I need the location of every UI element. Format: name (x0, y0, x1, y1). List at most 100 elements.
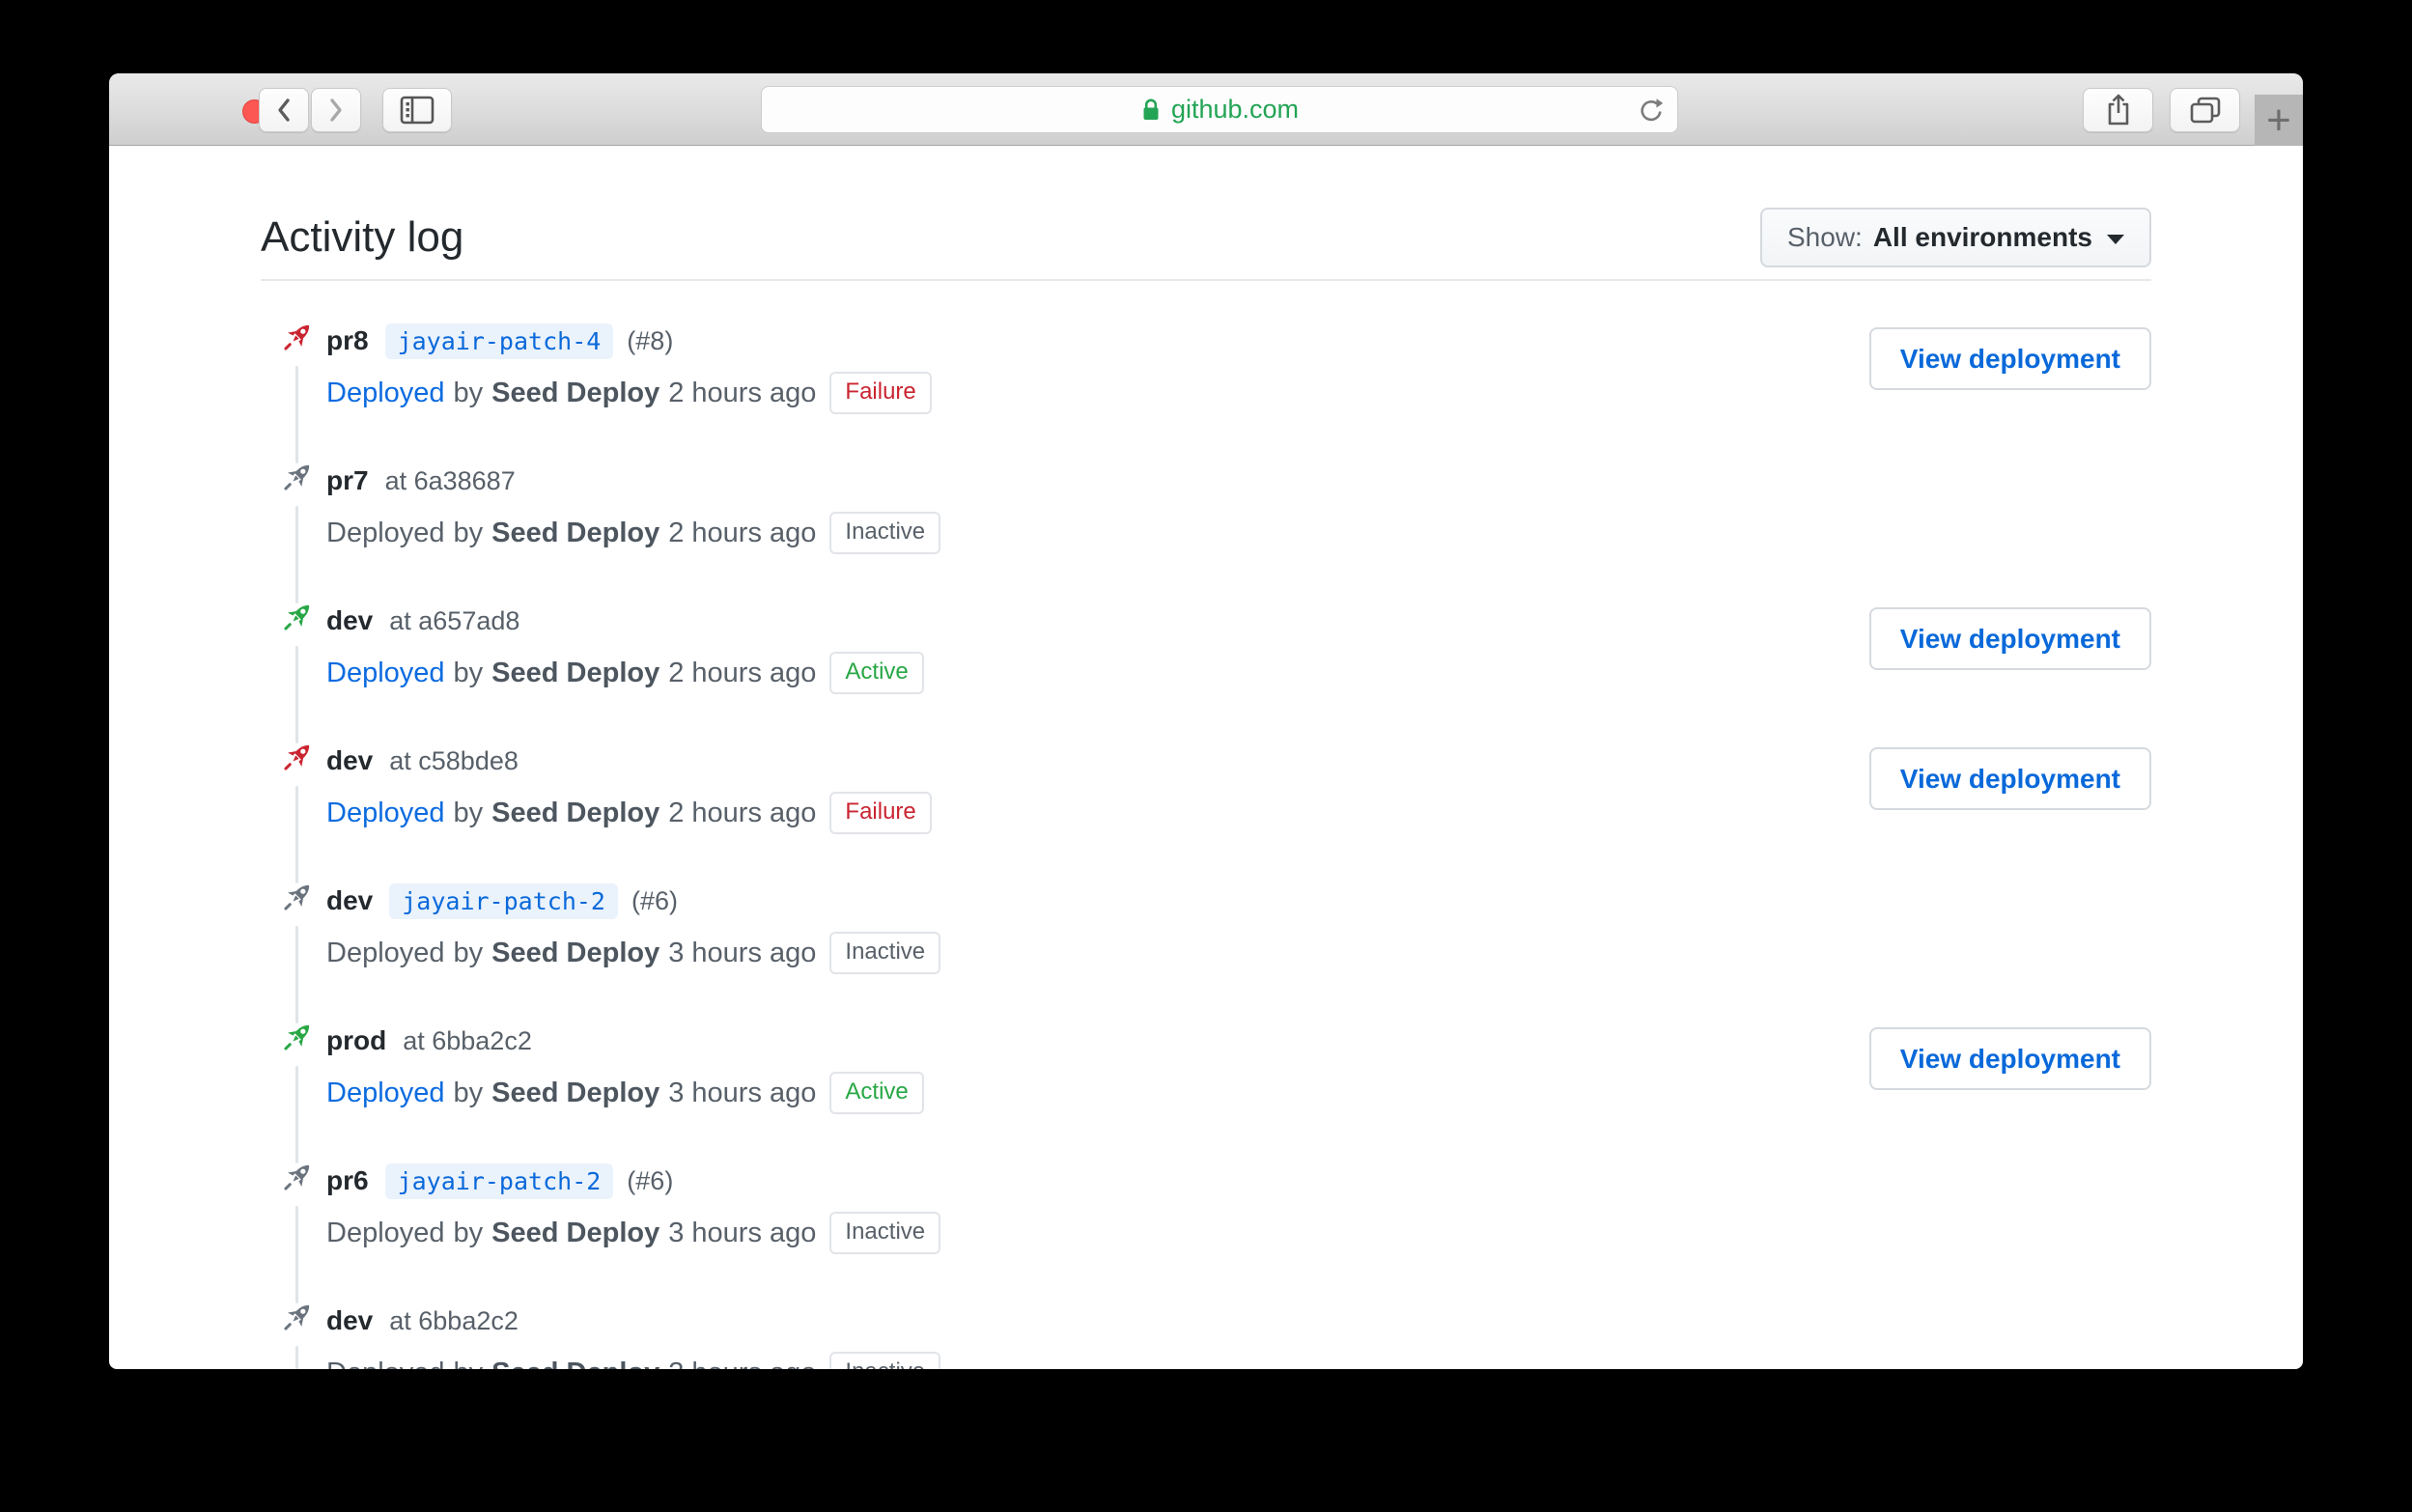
deploy-actor: Seed Deploy (491, 1217, 660, 1248)
sidebar-icon (400, 96, 435, 125)
status-badge: Failure (829, 372, 932, 414)
filter-value: All environments (1872, 222, 2092, 252)
branch-label[interactable]: jayair-patch-2 (389, 882, 618, 919)
rocket-icon (277, 318, 317, 357)
status-badge: Failure (829, 792, 932, 834)
view-deployment-button[interactable]: View deployment (1868, 607, 2151, 670)
branch-label[interactable]: jayair-patch-4 (384, 322, 614, 359)
timeline-line (295, 1066, 298, 1163)
status-badge: Active (829, 1072, 924, 1114)
show-all-tabs-button[interactable] (2170, 88, 2240, 132)
deploy-time: 3 hours ago (668, 1217, 817, 1248)
address-bar[interactable]: github.com (761, 86, 1678, 133)
deployment-entry: dev jayair-patch-2 (#6) Deployed by Seed Depl… (261, 878, 2151, 1023)
timeline-line (295, 1206, 298, 1303)
commit-ref: at c58bde8 (389, 745, 519, 775)
deploy-actor: Seed Deploy (491, 797, 660, 828)
environment-name: dev (326, 745, 374, 775)
rocket-icon (277, 738, 317, 777)
deployed-link[interactable]: Deployed (326, 378, 445, 409)
lock-icon (1143, 98, 1159, 120)
deployed-link[interactable]: Deployed (326, 798, 445, 829)
commit-ref: at 6a38687 (384, 465, 516, 495)
deploy-actor: Seed Deploy (491, 1077, 660, 1108)
environment-name: dev (326, 885, 374, 915)
environment-name: dev (326, 605, 374, 635)
rocket-icon (277, 598, 317, 637)
commit-ref: at a657ad8 (389, 605, 520, 635)
timeline-line (295, 646, 298, 743)
deployed-link[interactable]: Deployed (326, 658, 445, 689)
by-label: by (453, 657, 484, 688)
deploy-time: 3 hours ago (668, 1358, 816, 1370)
share-button[interactable] (2083, 88, 2153, 132)
deployment-entry: pr6 jayair-patch-2 (#6) Deployed by Seed Depl… (261, 1158, 2151, 1303)
deployed-link[interactable]: Deployed (326, 1078, 445, 1109)
entry-meta-row: Deployed bySeed Deploy 3 hours ago Inactive (326, 932, 2151, 974)
deploy-time: 2 hours ago (668, 377, 817, 408)
deploy-actor: Seed Deploy (491, 937, 660, 968)
environment-name: pr8 (326, 325, 369, 355)
reload-button[interactable] (1637, 96, 1666, 131)
status-badge: Inactive (829, 512, 941, 554)
by-label: by (453, 377, 484, 408)
deploy-actor: Seed Deploy (491, 1358, 659, 1370)
environment-name: prod (326, 1025, 387, 1055)
deployed-label: Deployed (326, 1217, 445, 1248)
deployed-label: Deployed (326, 1358, 445, 1370)
timeline-line (295, 366, 298, 463)
commit-ref: at 6bba2c2 (389, 1305, 519, 1335)
entry-meta-row: DeployedbySeed Deploy3 hours agoInactive (326, 1212, 2151, 1254)
view-deployment-button[interactable]: View deployment (1868, 747, 2151, 810)
new-tab-button[interactable]: + (2255, 95, 2303, 146)
status-badge: Inactive (829, 1352, 941, 1369)
page-header: Activity log Show: All environments (261, 196, 2151, 281)
by-label: by (453, 937, 484, 968)
deployed-label: Deployed (326, 517, 445, 548)
page-content: Activity log Show: All environments pr8 j… (109, 196, 2303, 1369)
deploy-time: 3 hours ago (668, 1077, 817, 1108)
entry-title-row: dev at 6bba2c2 (326, 1302, 2151, 1340)
environment-name: dev (326, 1305, 374, 1335)
chevron-down-icon (2107, 234, 2124, 244)
browser-window: github.com + Activity log Show: All envi… (109, 73, 2303, 1369)
view-deployment-button[interactable]: View deployment (1868, 327, 2151, 390)
address-text: github.com (1170, 95, 1300, 124)
share-icon (2108, 94, 2128, 126)
environment-name: pr6 (326, 1165, 369, 1195)
rocket-icon (277, 1018, 317, 1057)
view-deployment-button[interactable]: View deployment (1868, 1027, 2151, 1090)
environment-filter-dropdown[interactable]: Show: All environments (1760, 208, 2151, 267)
back-button[interactable] (259, 88, 309, 132)
by-label: by (453, 517, 484, 548)
deploy-time: 2 hours ago (668, 657, 817, 688)
deploy-actor: Seed Deploy (491, 657, 660, 688)
deployment-entry: prod at 6bba2c2 Deployed by Seed Deploy 3 hou… (261, 1018, 2151, 1163)
forward-button[interactable] (311, 88, 361, 132)
deployment-entry: pr7 at 6a38687 Deployed by Seed Deploy 2 hour… (261, 458, 2151, 603)
deployment-entry: dev at 6bba2c2 Deployed by Seed Deploy 3 hour… (261, 1298, 2151, 1369)
environment-name: pr7 (326, 465, 369, 495)
branch-label[interactable]: jayair-patch-2 (384, 1162, 614, 1199)
reload-icon (1641, 98, 1664, 122)
timeline-line (295, 506, 298, 603)
entry-title-row: pr6 jayair-patch-2 (#6) (326, 1162, 2151, 1200)
status-badge: Active (829, 652, 924, 694)
entry-title-row: pr7 at 6a38687 (326, 462, 2151, 500)
status-badge: Inactive (829, 932, 941, 974)
commit-ref: at 6bba2c2 (403, 1025, 532, 1055)
rocket-icon (277, 1298, 317, 1337)
deploy-actor: Seed Deploy (491, 377, 660, 408)
tabs-icon (2190, 97, 2220, 124)
deployed-label: Deployed (326, 937, 445, 968)
deployment-entry: dev at a657ad8 Deployed by Seed Deploy 2 hour… (261, 598, 2151, 743)
by-label: by (453, 1217, 484, 1248)
timeline-line (295, 786, 298, 883)
entry-meta-row: Deployed by Seed Deploy 2 hours ago Inactive (326, 512, 2151, 554)
by-label: by (453, 797, 484, 828)
sidebar-toggle-button[interactable] (382, 88, 452, 132)
entry-meta-row: DeployedbySeed Deploy3 hours agoInactive (326, 1352, 2151, 1369)
rocket-icon (277, 458, 317, 497)
deployment-entry: pr8 jayair-patch-4 (#8) Deployed by Seed Depl… (261, 318, 2151, 463)
deploy-time: 3 hours ago (668, 937, 817, 968)
